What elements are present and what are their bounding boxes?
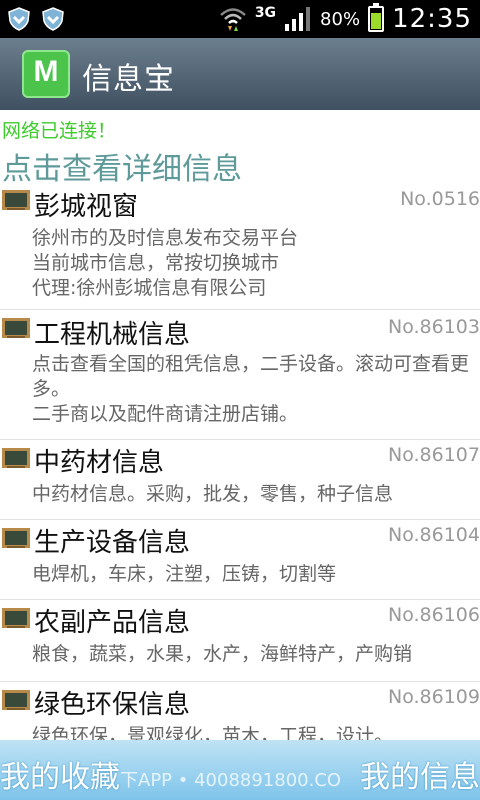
connection-status: 网络已连接！ <box>2 120 117 142</box>
item-title: 工程机械信息 <box>34 320 191 350</box>
status-bar: 3G 80% 12:35 <box>0 0 480 38</box>
list-item[interactable]: 工程机械信息 No.86103 点击查看全国的租凭信息，二手设备。滚动可查看更多… <box>0 310 480 440</box>
app-bar: M 信息宝 <box>0 38 480 110</box>
watermark-text: 下APP • 4008891800.CO <box>120 770 342 791</box>
blackboard-icon <box>2 318 30 338</box>
item-number: No.86106 <box>388 604 480 626</box>
app-title: 信息宝 <box>82 62 175 97</box>
list-item[interactable]: 农副产品信息 No.86106 粮食，蔬菜，水果，水产，海鲜特产，产购销 <box>0 600 480 682</box>
battery-percent: 80% <box>320 8 361 30</box>
item-title: 绿色环保信息 <box>34 690 191 720</box>
list-item[interactable]: 生产设备信息 No.86104 电焊机，车床，注塑，压铸，切割等 <box>0 520 480 600</box>
item-number: No.0516 <box>400 188 480 210</box>
blackboard-icon <box>2 690 30 710</box>
wifi-icon <box>219 8 246 31</box>
blackboard-icon <box>2 608 30 628</box>
clock: 12:35 <box>392 4 472 34</box>
list-item[interactable]: 彭城视窗 No.0516 徐州市的及时信息发布交易平台 当前城市信息，常按切换城… <box>0 186 480 310</box>
item-title: 生产设备信息 <box>34 528 191 558</box>
list-item[interactable]: 中药材信息 No.86107 中药材信息。采购，批发，零售，种子信息 <box>0 440 480 520</box>
item-number: No.86103 <box>388 316 480 338</box>
shield-notification-icon <box>8 7 30 31</box>
blackboard-icon <box>2 190 30 210</box>
item-desc: 中药材信息。采购，批发，零售，种子信息 <box>32 483 394 505</box>
list-item[interactable]: 绿色环保信息 No.86109 绿色环保，景观绿化，苗木，工程，设计。 <box>0 682 480 747</box>
item-title: 农副产品信息 <box>34 608 191 638</box>
item-number: No.86107 <box>388 444 480 466</box>
blackboard-icon <box>2 448 30 468</box>
favorites-button[interactable]: 我的收藏 <box>0 752 120 796</box>
battery-icon <box>368 3 385 32</box>
shield-notification-icon <box>42 7 64 31</box>
item-number: No.86104 <box>388 524 480 546</box>
network-type: 3G <box>254 5 277 21</box>
info-list: 彭城视窗 No.0516 徐州市的及时信息发布交易平台 当前城市信息，常按切换城… <box>0 186 480 747</box>
bottom-bar: 下APP • 4008891800.CO 我的收藏 我的信息 <box>0 740 480 800</box>
signal-icon <box>285 7 311 31</box>
my-info-button[interactable]: 我的信息 <box>360 752 480 796</box>
item-title: 彭城视窗 <box>34 192 139 222</box>
notification-icons <box>6 6 66 32</box>
item-desc: 粮食，蔬菜，水果，水产，海鲜特产，产购销 <box>32 643 413 665</box>
item-desc: 点击查看全国的租凭信息，二手设备。滚动可查看更多。 二手商以及配件商请注册店铺。 <box>32 353 470 425</box>
item-desc: 徐州市的及时信息发布交易平台 当前城市信息，常按切换城市 代理:徐州彭城信息有限… <box>32 227 299 299</box>
page-subtitle: 点击查看详细信息 <box>2 152 242 187</box>
blackboard-icon <box>2 528 30 548</box>
item-title: 中药材信息 <box>34 448 165 478</box>
app-logo-icon[interactable]: M <box>22 50 70 98</box>
item-desc: 电焊机，车床，注塑，压铸，切割等 <box>32 563 337 585</box>
system-status: 3G 80% 12:35 <box>219 0 472 38</box>
item-number: No.86109 <box>388 686 480 708</box>
